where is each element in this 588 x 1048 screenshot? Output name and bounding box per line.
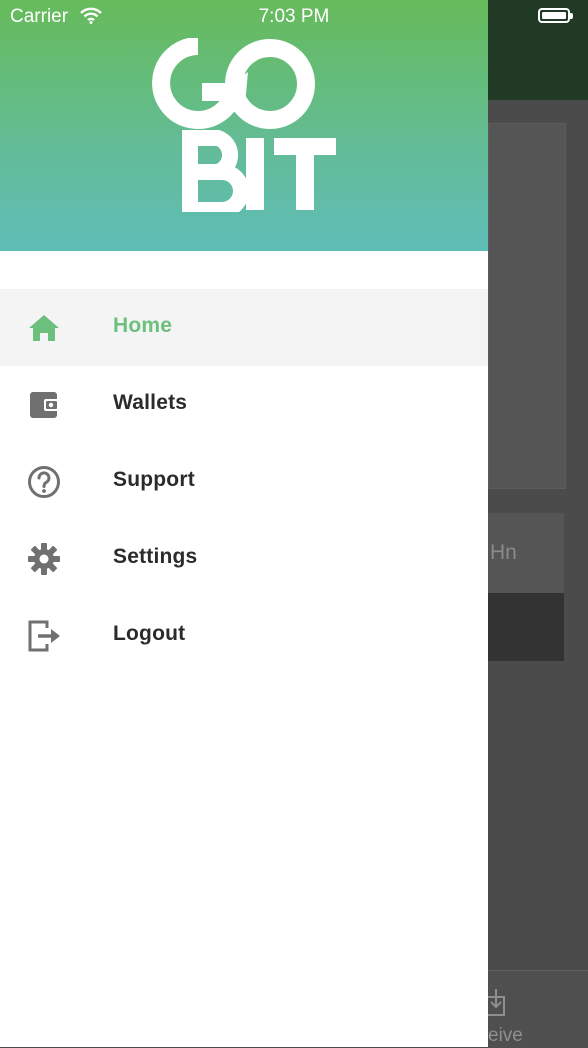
menu-item-settings[interactable]: Settings [0,520,488,597]
background-card-text: Hn [490,541,517,564]
menu-item-home[interactable]: Home [0,289,488,366]
menu-item-label: Settings [113,545,198,568]
menu-item-label: Logout [113,622,186,645]
help-circle-icon [28,466,60,498]
background-action-bar [488,593,564,661]
gobit-logo [152,38,336,212]
menu-item-label: Home [113,314,173,337]
menu-item-label: Wallets [113,391,188,414]
navigation-drawer: Home Wallets Support Settings Logout [0,0,488,1047]
menu-item-wallets[interactable]: Wallets [0,366,488,443]
logout-icon [28,620,60,652]
drawer-menu: Home Wallets Support Settings Logout [0,289,488,674]
wallet-icon [30,392,59,418]
home-icon [29,315,59,341]
drawer-header [0,0,488,251]
receive-icon [488,989,505,1016]
background-address-card: Hn [488,513,564,593]
battery-icon [538,8,573,23]
background-card [488,123,566,489]
background-tab-label: eive [488,1025,523,1046]
background-tab-bar: eive [488,970,588,1048]
menu-item-logout[interactable]: Logout [0,597,488,674]
gear-icon [28,543,60,575]
menu-item-label: Support [113,468,195,491]
status-time: 7:03 PM [258,6,330,27]
status-bar: Carrier 7:03 PM [0,0,588,34]
menu-item-support[interactable]: Support [0,443,488,520]
